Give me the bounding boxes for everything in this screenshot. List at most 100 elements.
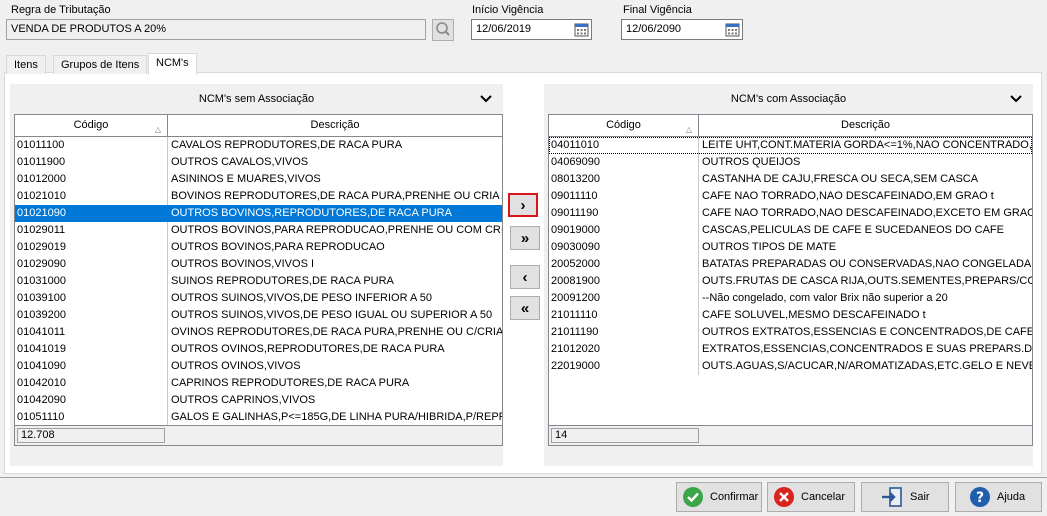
cell-descricao: OUTROS CAVALOS,VIVOS [167,154,502,171]
add-all-button[interactable]: » [510,226,540,250]
tab-itens[interactable]: Itens [6,55,46,74]
cell-codigo: 09019000 [551,224,600,236]
search-icon [436,22,450,36]
right-col-codigo[interactable]: Código △ [549,115,699,136]
regra-label: Regra de Tributação [11,4,111,16]
table-row[interactable]: 20052000 BATATAS PREPARADAS OU CONSERVADA… [549,256,1032,273]
table-row[interactable]: 01051110 GALOS E GALINHAS,P<=185G,DE LINH… [15,409,502,425]
cell-codigo: 01039100 [17,292,66,304]
table-row[interactable]: 01021090 OUTROS BOVINOS,REPRODUTORES,DE R… [15,205,502,222]
right-count: 14 [551,428,699,443]
right-grid: Código △ Descrição 04011010 LEITE UHT,CONT… [548,114,1033,426]
table-row[interactable]: 01041011 OVINOS REPRODUTORES,DE RACA PURA… [15,324,502,341]
table-row[interactable]: 01042090 OUTROS CAPRINOS,VIVOS [15,392,502,409]
cell-descricao: OUTROS OVINOS,VIVOS [167,358,502,375]
table-row[interactable]: 09011110 CAFE NAO TORRADO,NAO DESCAFEINAD… [549,188,1032,205]
footer-divider [0,477,1047,478]
table-row[interactable]: 01031000 SUINOS REPRODUTORES,DE RACA PURA [15,273,502,290]
right-col-descricao[interactable]: Descrição [699,115,1032,136]
table-row[interactable]: 21011110 CAFE SOLUVEL,MESMO DESCAFEINADO … [549,307,1032,324]
table-row[interactable]: 01039100 OUTROS SUINOS,VIVOS,DE PESO INFE… [15,290,502,307]
cell-descricao: OUTROS QUEIJOS [698,154,1032,171]
left-count-bar: 12.708 [14,426,503,446]
remove-selected-button[interactable]: ‹ [510,265,540,289]
cell-codigo: 01029011 [17,224,66,236]
cell-codigo: 01021090 [17,207,66,219]
cell-codigo: 21011190 [551,326,599,338]
cell-codigo: 08013200 [551,173,600,185]
cell-descricao: OUTS.FRUTAS DE CASCA RIJA,OUTS.SEMENTES,… [698,273,1032,290]
cell-descricao: CASTANHA DE CAJU,FRESCA OU SECA,SEM CASC… [698,171,1032,188]
chevron-down-icon[interactable] [479,94,493,104]
tab-ncms[interactable]: NCM's [148,53,197,75]
cancel-icon [774,487,794,507]
confirmar-button[interactable]: Confirmar [676,482,762,512]
table-row[interactable]: 20081900 OUTS.FRUTAS DE CASCA RIJA,OUTS.S… [549,273,1032,290]
tab-grupos-de-itens[interactable]: Grupos de Itens [53,55,148,74]
left-col-descricao[interactable]: Descrição [168,115,502,136]
right-grid-header: Código △ Descrição [549,115,1032,137]
cell-descricao: CAFE NAO TORRADO,NAO DESCAFEINADO,EXCETO… [698,205,1032,222]
table-row[interactable]: 21011190 OUTROS EXTRATOS,ESSENCIAS E CONC… [549,324,1032,341]
regra-field[interactable]: VENDA DE PRODUTOS A 20% [6,19,426,40]
table-row[interactable]: 01042010 CAPRINOS REPRODUTORES,DE RACA PU… [15,375,502,392]
cell-descricao: OUTROS SUINOS,VIVOS,DE PESO INFERIOR A 5… [167,290,502,307]
cell-codigo: 01041019 [17,343,66,355]
cell-descricao: OUTROS BOVINOS,PARA REPRODUCAO [167,239,502,256]
table-row[interactable]: 01012000 ASININOS E MUARES,VIVOS [15,171,502,188]
final-date-field[interactable]: 12/06/2090 [621,19,743,40]
left-panel-title: NCM's sem Associação [198,93,315,105]
calendar-icon[interactable] [574,22,589,37]
calendar-icon[interactable] [725,22,740,37]
cell-descricao: CAFE SOLUVEL,MESMO DESCAFEINADO t [698,307,1032,324]
sair-button[interactable]: Sair [861,482,949,512]
table-row[interactable]: 01011100 CAVALOS REPRODUTORES,DE RACA PUR… [15,137,502,154]
table-row[interactable]: 04069090 OUTROS QUEIJOS [549,154,1032,171]
right-panel: NCM's com Associação Código △ Descrição 0… [544,84,1033,466]
table-row[interactable]: 20091200 --Não congelado, com valor Brix … [549,290,1032,307]
cell-descricao: OUTROS BOVINOS,REPRODUTORES,DE RACA PURA [167,205,502,222]
table-row[interactable]: 01021010 BOVINOS REPRODUTORES,DE RACA PUR… [15,188,502,205]
inicio-date-field[interactable]: 12/06/2019 [471,19,592,40]
cell-codigo: 09030090 [551,241,600,253]
cell-descricao: GALOS E GALINHAS,P<=185G,DE LINHA PURA/H… [167,409,502,425]
ajuda-label: Ajuda [997,491,1026,503]
table-row[interactable]: 01029011 OUTROS BOVINOS,PARA REPRODUCAO,P… [15,222,502,239]
cell-descricao: CAPRINOS REPRODUTORES,DE RACA PURA [167,375,502,392]
table-row[interactable]: 08013200 CASTANHA DE CAJU,FRESCA OU SECA,… [549,171,1032,188]
cell-codigo: 01011100 [17,139,65,151]
table-row[interactable]: 04011010 LEITE UHT,CONT.MATERIA GORDA<=1%… [549,137,1032,154]
table-row[interactable]: 01011900 OUTROS CAVALOS,VIVOS [15,154,502,171]
confirmar-label: Confirmar [710,491,759,503]
left-grid-header: Código △ Descrição [15,115,502,137]
chevron-down-icon[interactable] [1009,94,1023,104]
inicio-date-value: 12/06/2019 [476,23,532,35]
cell-codigo: 01042090 [17,394,66,406]
left-grid-body: 01011100 CAVALOS REPRODUTORES,DE RACA PUR… [15,137,502,425]
add-selected-button[interactable]: › [508,193,538,217]
cell-codigo: 01021010 [17,190,66,202]
table-row[interactable]: 22019000 OUTS.AGUAS,S/ACUCAR,N/AROMATIZAD… [549,358,1032,375]
table-row[interactable]: 09019000 CASCAS,PELICULAS DE CAFE E SUCED… [549,222,1032,239]
ajuda-button[interactable]: ? Ajuda [955,482,1042,512]
table-row[interactable]: 01041019 OUTROS OVINOS,REPRODUTORES,DE RA… [15,341,502,358]
cell-descricao: --Não congelado, com valor Brix não supe… [698,290,1032,307]
table-row[interactable]: 01029090 OUTROS BOVINOS,VIVOS I [15,256,502,273]
table-row[interactable]: 09030090 OUTROS TIPOS DE MATE [549,239,1032,256]
left-grid: Código △ Descrição 01011100 CAVALOS REPROD… [14,114,503,426]
table-row[interactable]: 01029019 OUTROS BOVINOS,PARA REPRODUCAO [15,239,502,256]
cell-descricao: OUTROS SUINOS,VIVOS,DE PESO IGUAL OU SUP… [167,307,502,324]
exit-icon [882,487,902,507]
cell-codigo: 01029090 [17,258,66,270]
remove-all-button[interactable]: « [510,296,540,320]
cell-codigo: 01029019 [17,241,66,253]
search-button[interactable] [432,19,454,41]
table-row[interactable]: 09011190 CAFE NAO TORRADO,NAO DESCAFEINAD… [549,205,1032,222]
cell-descricao: ASININOS E MUARES,VIVOS [167,171,502,188]
cell-descricao: CAFE NAO TORRADO,NAO DESCAFEINADO,EM GRA… [698,188,1032,205]
table-row[interactable]: 21012020 EXTRATOS,ESSENCIAS,CONCENTRADOS … [549,341,1032,358]
table-row[interactable]: 01039200 OUTROS SUINOS,VIVOS,DE PESO IGUA… [15,307,502,324]
left-col-codigo[interactable]: Código △ [15,115,168,136]
cancelar-button[interactable]: Cancelar [767,482,855,512]
table-row[interactable]: 01041090 OUTROS OVINOS,VIVOS [15,358,502,375]
